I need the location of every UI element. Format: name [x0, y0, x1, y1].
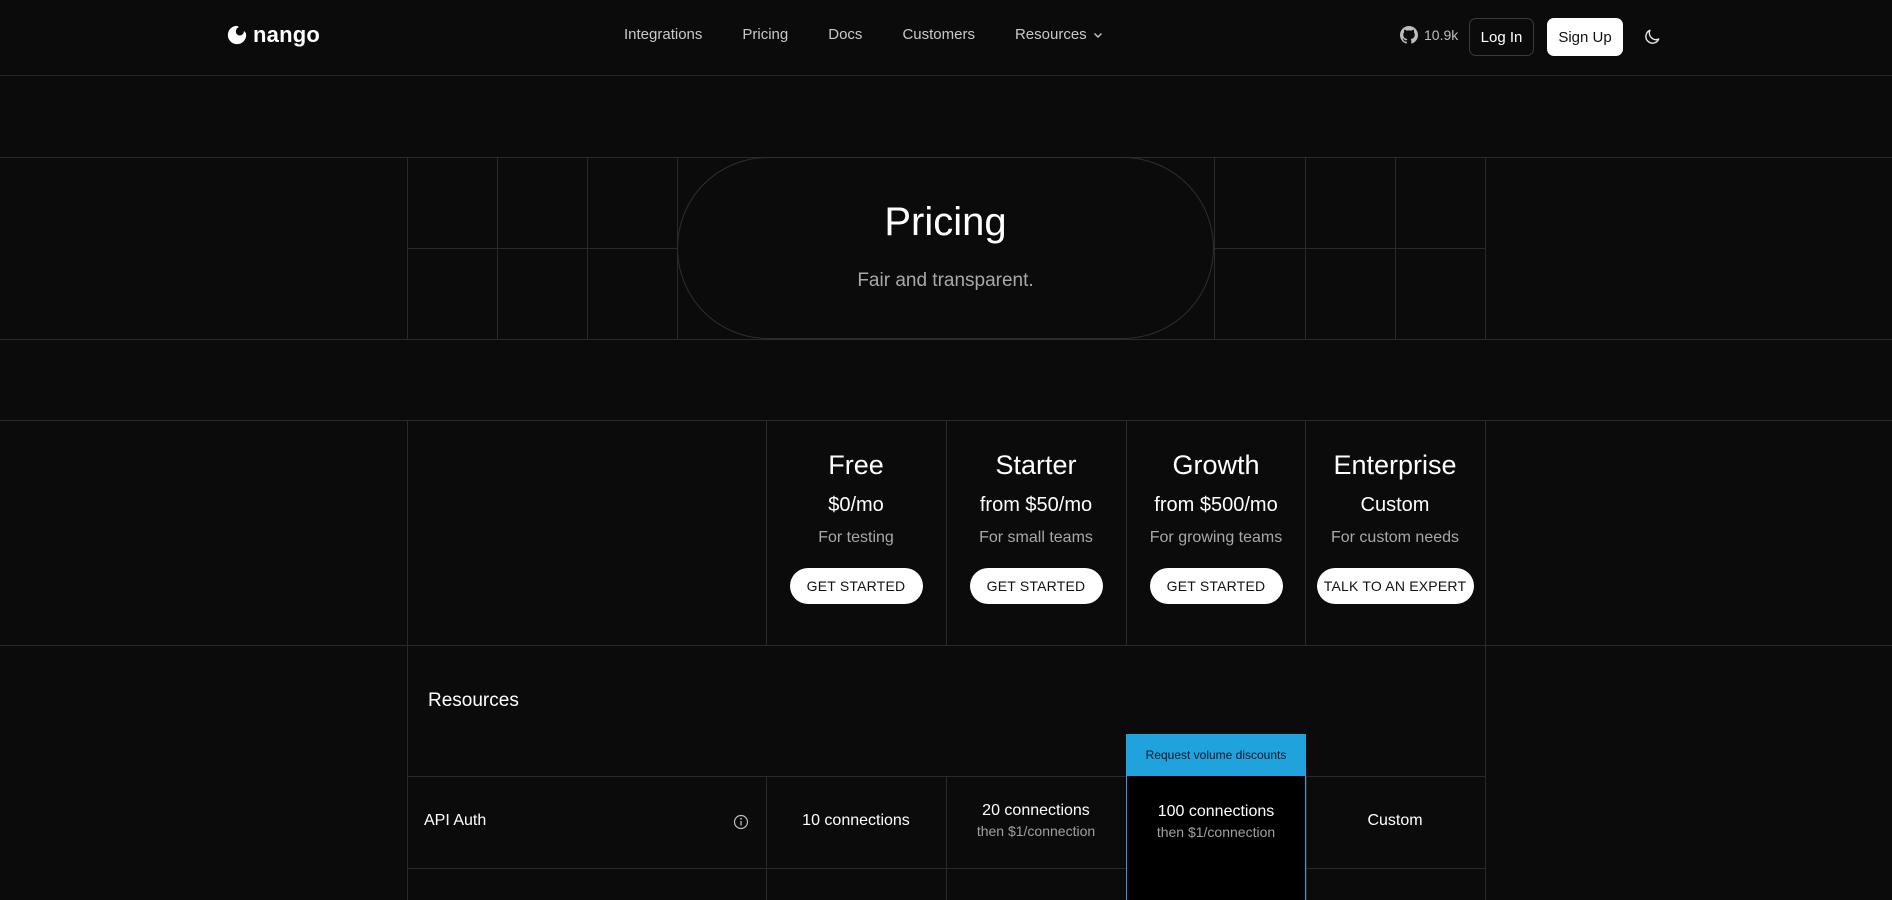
plan-description: For small teams	[979, 529, 1093, 546]
nav-link-customers[interactable]: Customers	[902, 26, 975, 43]
cell-sub-value: then $1/connection	[1156, 824, 1276, 840]
cell-main-value: 10 connections	[802, 812, 910, 829]
nav-link-label: Resources	[1014, 26, 1087, 43]
get-started-button[interactable]: GET STARTED	[969, 568, 1103, 604]
nav-link-label: Pricing	[742, 26, 789, 43]
github-star-count: 10.9k	[1424, 27, 1459, 43]
cell-enterprise-api-auth: Custom	[1305, 812, 1485, 830]
plan-name: Growth	[1172, 450, 1260, 480]
plan-price: from $50/mo	[979, 494, 1093, 516]
talk-to-expert-button[interactable]: TALK TO AN EXPERT	[1316, 568, 1474, 604]
cell-free-api-auth: 10 connections	[766, 812, 946, 830]
top-nav: nango Integrations Pricing Docs Customer…	[0, 0, 1892, 76]
row-label-api-auth: API Auth	[424, 812, 487, 829]
plan-price: from $500/mo	[1154, 494, 1278, 516]
cell-main-value: 100 connections	[1157, 803, 1275, 820]
cell-main-value: Custom	[1367, 812, 1423, 829]
volume-discount-badge[interactable]: Request volume discounts	[1126, 734, 1306, 776]
plan-description: For testing	[818, 529, 894, 546]
nav-link-resources[interactable]: Resources	[1015, 26, 1103, 43]
github-icon	[1400, 26, 1418, 44]
github-stars-link[interactable]: 10.9k	[1400, 26, 1458, 44]
sign-up-button[interactable]: Sign Up	[1547, 18, 1623, 56]
log-in-button[interactable]: Log In	[1469, 18, 1534, 56]
nav-links: Integrations Pricing Docs Customers Reso…	[624, 26, 1103, 43]
plan-name: Enterprise	[1333, 450, 1457, 480]
resources-section-title: Resources	[428, 690, 519, 711]
nango-logo-icon	[227, 25, 247, 45]
plan-name: Free	[828, 450, 884, 480]
plan-enterprise: Enterprise Custom For custom needs TALK …	[1305, 450, 1485, 604]
hero-pill	[677, 157, 1214, 339]
nav-link-label: Docs	[828, 26, 863, 43]
plan-description: For custom needs	[1330, 529, 1460, 546]
theme-toggle-moon-icon[interactable]	[1642, 27, 1662, 47]
page-subtitle: Fair and transparent.	[857, 270, 1034, 291]
cell-starter-api-auth: 20 connections then $1/connection	[946, 802, 1126, 839]
plan-free: Free $0/mo For testing GET STARTED	[766, 450, 946, 604]
nav-link-label: Customers	[902, 26, 975, 43]
chevron-down-icon	[1093, 32, 1102, 38]
plan-price: $0/mo	[828, 494, 884, 516]
plan-starter: Starter from $50/mo For small teams GET …	[946, 450, 1126, 604]
cell-sub-value: then $1/connection	[976, 823, 1096, 839]
nango-logo[interactable]: nango	[226, 22, 320, 48]
logo-text: nango	[253, 22, 320, 47]
plan-description: For growing teams	[1149, 529, 1283, 546]
plan-price: Custom	[1360, 494, 1430, 516]
plan-name: Starter	[995, 450, 1077, 480]
nav-link-integrations[interactable]: Integrations	[624, 26, 702, 43]
info-icon[interactable]	[733, 814, 749, 830]
get-started-button[interactable]: GET STARTED	[1149, 568, 1283, 604]
nav-link-label: Integrations	[624, 26, 703, 43]
get-started-button[interactable]: GET STARTED	[789, 568, 923, 604]
nav-link-pricing[interactable]: Pricing	[742, 26, 788, 43]
page-title: Pricing	[884, 200, 1007, 244]
nav-link-docs[interactable]: Docs	[828, 26, 862, 43]
cell-growth-api-auth: 100 connections then $1/connection	[1126, 803, 1306, 840]
plan-growth: Growth from $500/mo For growing teams GE…	[1126, 450, 1306, 604]
cell-main-value: 20 connections	[982, 802, 1090, 819]
